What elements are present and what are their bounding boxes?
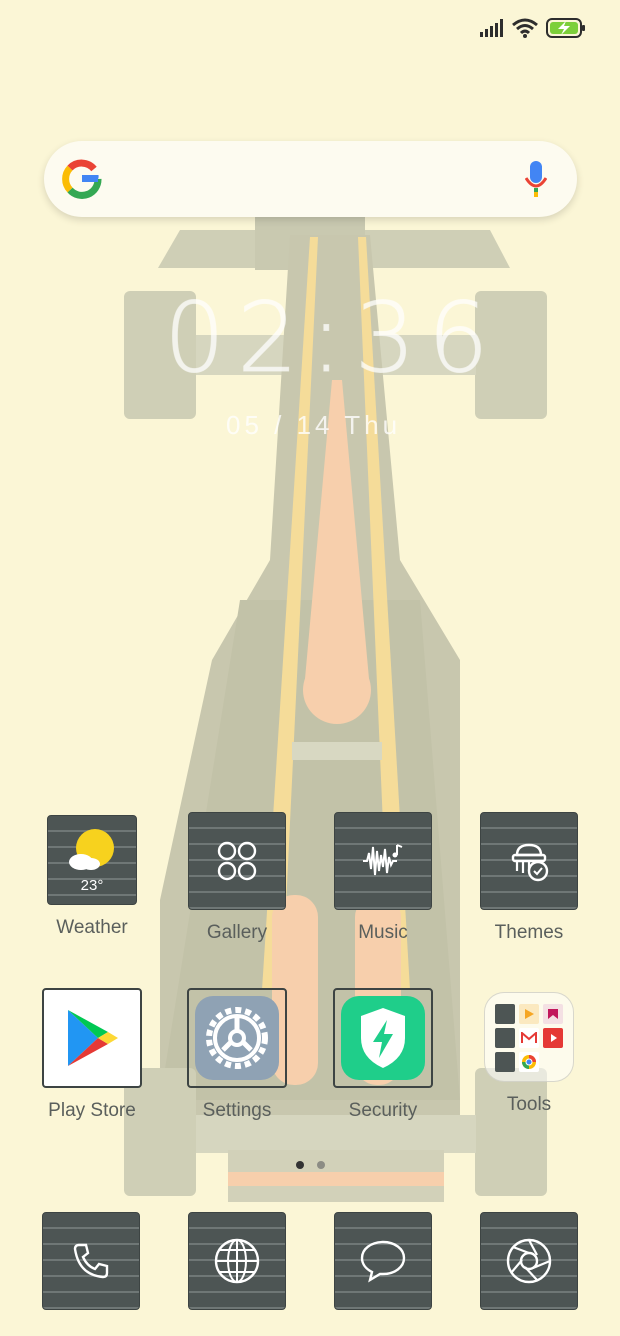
dock-camera[interactable] bbox=[459, 1212, 599, 1310]
page-dot[interactable] bbox=[317, 1161, 325, 1169]
app-themes[interactable]: Themes bbox=[459, 812, 599, 944]
battery-charging-icon bbox=[546, 18, 585, 38]
app-label: Themes bbox=[494, 922, 564, 943]
dock-phone[interactable] bbox=[21, 1212, 161, 1310]
browser-icon bbox=[214, 1238, 260, 1284]
music-icon bbox=[363, 844, 403, 876]
app-label: Tools bbox=[506, 1094, 552, 1115]
clock-date: 05 / 14 Thu bbox=[226, 410, 402, 440]
signal-icon bbox=[480, 19, 503, 37]
google-search-bar[interactable] bbox=[44, 141, 577, 217]
page-indicator bbox=[296, 1161, 325, 1169]
phone-icon bbox=[73, 1243, 109, 1279]
app-settings[interactable]: Settings bbox=[167, 988, 307, 1122]
clock-time[interactable]: 02:36 bbox=[164, 290, 490, 387]
app-music[interactable]: Music bbox=[313, 812, 453, 944]
app-label: Security bbox=[348, 1100, 418, 1121]
weather-temperature: 23° bbox=[80, 877, 104, 894]
camera-icon bbox=[506, 1238, 552, 1284]
gallery-icon bbox=[217, 841, 257, 881]
app-label: Weather bbox=[56, 917, 128, 938]
app-label: Settings bbox=[202, 1100, 272, 1121]
dock-messages[interactable] bbox=[313, 1212, 453, 1310]
app-play-store[interactable]: Play Store bbox=[22, 988, 162, 1122]
play-store-icon bbox=[68, 1010, 118, 1066]
app-security[interactable]: Security bbox=[313, 988, 453, 1122]
tools-folder-icon bbox=[484, 992, 574, 1082]
app-label: Music bbox=[358, 922, 408, 943]
weather-icon bbox=[69, 829, 114, 870]
messages-icon bbox=[360, 1240, 406, 1283]
themes-icon bbox=[511, 843, 549, 882]
google-logo-icon bbox=[62, 159, 102, 199]
dock-browser[interactable] bbox=[167, 1212, 307, 1310]
app-weather[interactable]: 23° Weather bbox=[22, 815, 162, 939]
status-bar bbox=[480, 14, 586, 42]
wifi-icon bbox=[512, 18, 538, 38]
microphone-icon[interactable] bbox=[525, 161, 547, 197]
page-dot-active[interactable] bbox=[296, 1161, 304, 1169]
app-gallery[interactable]: Gallery bbox=[167, 812, 307, 944]
app-label: Play Store bbox=[48, 1100, 136, 1121]
settings-icon bbox=[195, 996, 279, 1080]
app-tools-folder[interactable]: Tools bbox=[459, 992, 599, 1116]
security-icon bbox=[341, 996, 425, 1080]
app-label: Gallery bbox=[206, 922, 268, 943]
